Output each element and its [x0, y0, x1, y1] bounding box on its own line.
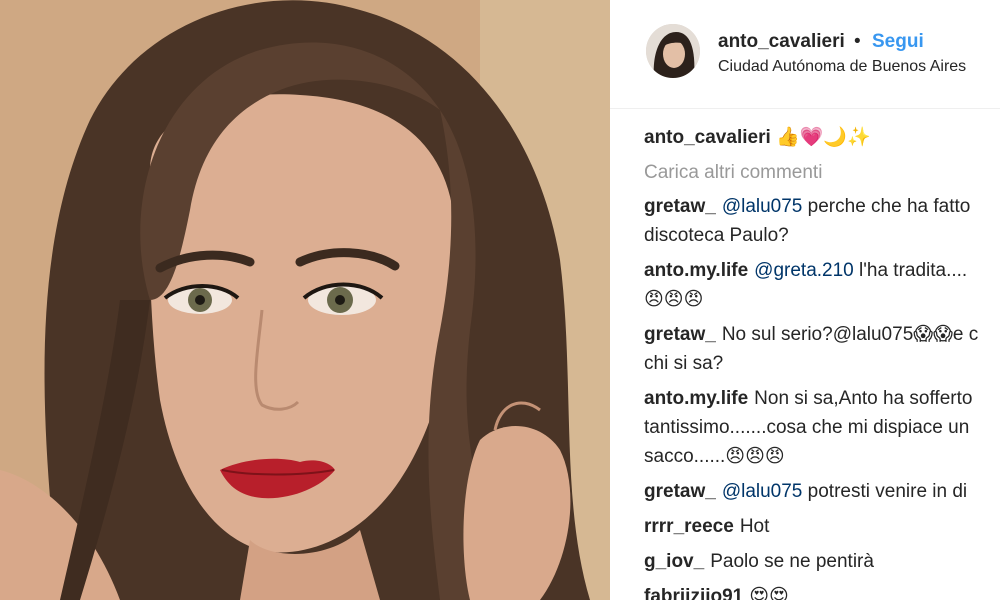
avatar[interactable]: [646, 24, 700, 78]
comment-text: Paolo se ne pentirà: [710, 551, 874, 572]
comment: anto.my.life Non si sa,Anto ha sofferto t…: [644, 384, 1000, 471]
header-username[interactable]: anto_cavalieri: [718, 31, 845, 53]
comment-text: Non si sa,Anto ha sofferto: [754, 388, 973, 409]
comment-username[interactable]: gretaw_: [644, 196, 716, 217]
comment-username[interactable]: gretaw_: [644, 481, 716, 502]
portrait-illustration: [0, 0, 610, 600]
comment-text: tantissimo.......cosa che mi dispiace un: [644, 417, 970, 438]
comment: gretaw_ @lalu075 potresti venire in di: [644, 477, 1000, 506]
comment: fabriiziio91 😍😍: [644, 582, 1000, 600]
comment-mention[interactable]: @lalu075: [722, 481, 803, 502]
comment-username[interactable]: gretaw_: [644, 324, 716, 345]
comment-text: chi si sa?: [644, 353, 724, 374]
comment-text: l'ha tradita....: [859, 260, 968, 281]
comment-mention[interactable]: @greta.210: [754, 260, 854, 281]
comment-text: perche che ha fatto: [807, 196, 971, 217]
comment-text: 😍😍: [749, 586, 789, 600]
follow-button[interactable]: Segui: [872, 31, 924, 53]
post-header: anto_cavalieri • Segui Ciudad Autónoma d…: [610, 0, 1000, 109]
caption-username[interactable]: anto_cavalieri: [644, 127, 771, 148]
avatar-icon: [646, 24, 700, 78]
comment: anto.my.life @greta.210 l'ha tradita.... …: [644, 256, 1000, 314]
comments-list: anto_cavalieri 👍💗🌙✨ Carica altri comment…: [644, 124, 1000, 600]
comment-username[interactable]: fabriiziio91: [644, 586, 743, 600]
comment: gretaw_ No sul serio?@lalu075😱😱e c chi si…: [644, 320, 1000, 378]
comment-username[interactable]: g_iov_: [644, 551, 704, 572]
comment-text: Hot: [739, 516, 770, 537]
comment: g_iov_ Paolo se ne pentirà: [644, 547, 1000, 576]
comment-text: 😠😠😠: [644, 289, 704, 310]
load-more-comments-button[interactable]: Carica altri commenti: [644, 160, 1000, 186]
comment: gretaw_ @lalu075 perche che ha fatto disc…: [644, 192, 1000, 250]
location-link[interactable]: Ciudad Autónoma de Buenos Aires: [718, 58, 966, 76]
comment-text: discoteca Paulo?: [644, 225, 789, 246]
comment-mention[interactable]: @lalu075: [722, 196, 803, 217]
comment-username[interactable]: anto.my.life: [644, 260, 748, 281]
comment-text: potresti venire in di: [807, 481, 968, 502]
caption: anto_cavalieri 👍💗🌙✨: [644, 124, 1000, 152]
comment-username[interactable]: rrrr_reece: [644, 516, 734, 537]
comment-text: No sul serio?@lalu075😱😱e c: [721, 324, 979, 345]
comment-text: sacco......😠😠😠: [644, 446, 785, 467]
caption-text: 👍💗🌙✨: [776, 127, 871, 148]
comments-panel: anto_cavalieri • Segui Ciudad Autónoma d…: [610, 0, 1000, 600]
comment: rrrr_reece Hot: [644, 512, 1000, 541]
header-separator: •: [854, 31, 861, 52]
instagram-post: anto_cavalieri • Segui Ciudad Autónoma d…: [0, 0, 1000, 600]
comment-username[interactable]: anto.my.life: [644, 388, 748, 409]
post-photo[interactable]: [0, 0, 610, 600]
